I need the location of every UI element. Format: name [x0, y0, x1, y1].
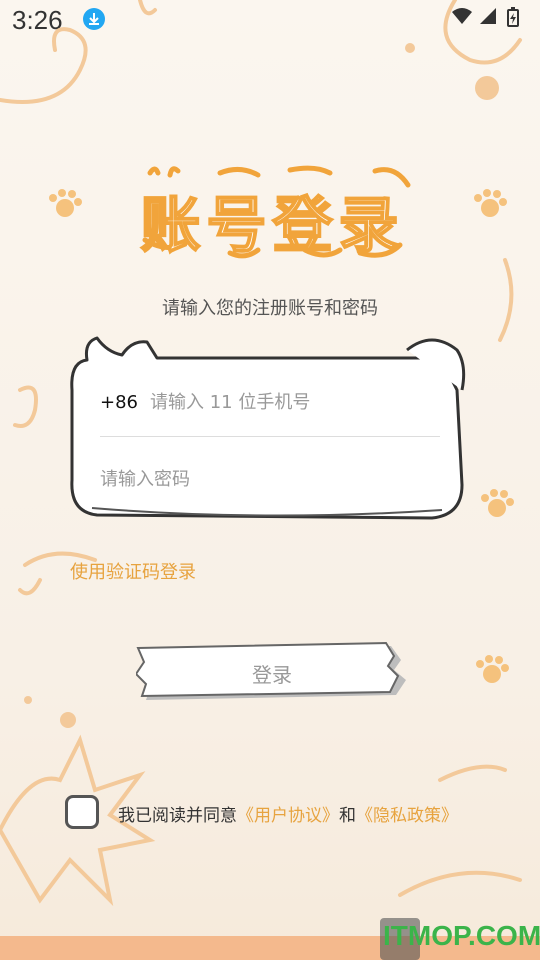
login-subtitle: 请输入您的注册账号和密码 — [162, 298, 378, 319]
status-bar: 3:26 — [0, 0, 540, 44]
agreement-checkbox[interactable] — [65, 795, 99, 829]
phone-placeholder: 请输入 11 位手机号 — [150, 392, 311, 413]
phone-input[interactable]: +86 请输入 11 位手机号 — [100, 388, 440, 416]
agreement-prefix: 我已阅读并同意 — [118, 806, 237, 826]
page-title: 账号登录 — [140, 190, 405, 262]
download-icon — [83, 8, 105, 30]
battery-icon — [507, 7, 519, 27]
login-button[interactable]: 登录 — [136, 640, 408, 706]
status-time: 3:26 — [12, 5, 63, 35]
signal-icon — [480, 8, 496, 24]
input-card — [70, 336, 466, 520]
user-agreement-link[interactable]: 《用户协议》 — [237, 806, 339, 826]
status-icons — [452, 7, 519, 27]
title-block: 账号登录 — [130, 165, 415, 265]
agreement-and: 和 — [339, 806, 356, 826]
watermark-text: ITMOP.COM — [383, 920, 540, 951]
login-button-label: 登录 — [252, 662, 292, 687]
privacy-policy-link[interactable]: 《隐私政策》 — [356, 806, 458, 826]
password-input[interactable]: 请输入密码 — [100, 465, 190, 491]
password-placeholder: 请输入密码 — [100, 469, 190, 490]
sms-login-link[interactable]: 使用验证码登录 — [70, 558, 196, 584]
wifi-icon — [452, 8, 472, 24]
field-divider — [100, 436, 440, 437]
agreement-text: 我已阅读并同意《用户协议》和《隐私政策》 — [118, 801, 458, 826]
country-code[interactable]: +86 — [100, 392, 138, 413]
